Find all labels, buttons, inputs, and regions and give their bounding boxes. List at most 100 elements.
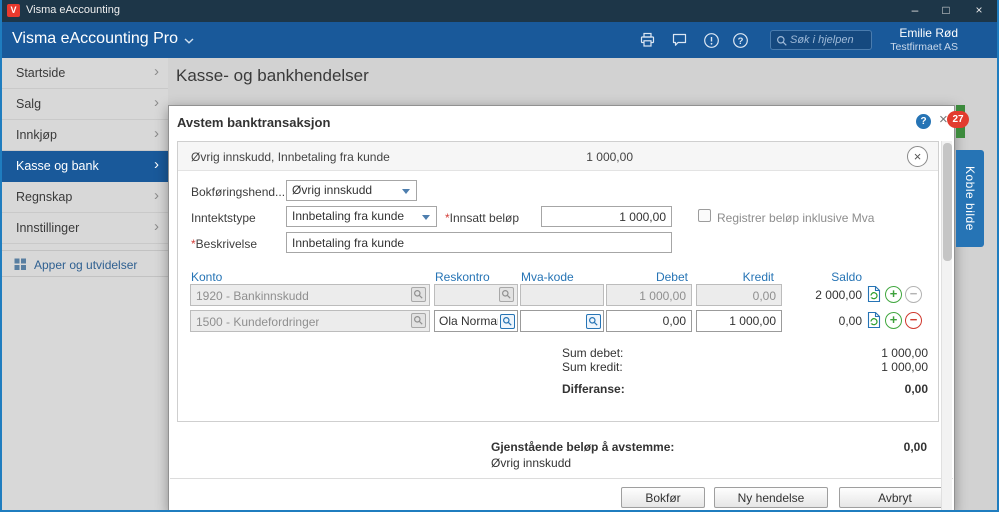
chevron-down-icon — [184, 38, 194, 44]
vat-inclusive-label: Registrer beløp inklusive Mva — [717, 211, 875, 225]
event-type-select[interactable]: Øvrig innskudd — [286, 180, 417, 201]
row1-refresh-balance-icon[interactable] — [866, 285, 882, 308]
row2-remove-row-button[interactable]: − — [905, 312, 922, 329]
col-header-mva-kode[interactable]: Mva-kode — [521, 270, 574, 284]
alert-icon[interactable] — [702, 31, 721, 55]
search-input[interactable] — [790, 32, 868, 48]
chevron-right-icon: › — [154, 218, 159, 235]
lookup-icon — [411, 313, 426, 328]
row1-saldo-value: 2 000,00 — [815, 288, 862, 302]
avbryt-button[interactable]: Avbryt — [839, 487, 951, 508]
sum-debet-value: 1 000,00 — [881, 346, 928, 360]
debet-input[interactable] — [606, 310, 692, 332]
dialog-help-icon[interactable]: ? — [916, 114, 931, 129]
dialog-scrollbar[interactable] — [941, 141, 952, 512]
transaction-summary-amount: 1 000,00 — [586, 150, 633, 164]
reconcile-bank-transaction-dialog: Avstem banktransaksjon ? × Øvrig innskud… — [168, 105, 955, 512]
col-header-kredit[interactable]: Kredit — [697, 270, 774, 284]
sidebar-item-kasse-og-bank[interactable]: Kasse og bank › — [2, 151, 168, 182]
chat-icon[interactable] — [670, 31, 689, 54]
search-icon — [777, 36, 787, 46]
titlebar: V Visma eAccounting – □ × — [0, 0, 999, 22]
scrollbar-thumb[interactable] — [943, 143, 952, 261]
print-icon[interactable] — [638, 31, 657, 54]
differanse-value: 0,00 — [904, 382, 928, 396]
col-header-reskontro[interactable]: Reskontro — [435, 270, 490, 284]
chevron-right-icon: › — [154, 125, 159, 142]
koble-bilde-tab[interactable]: Koble bilde — [956, 150, 984, 247]
apps-grid-icon — [14, 258, 26, 270]
col-header-debet[interactable]: Debet — [607, 270, 688, 284]
row2-add-row-button[interactable]: + — [885, 312, 902, 329]
app-window: V Visma eAccounting – □ × Visma eAccount… — [0, 0, 999, 512]
maximize-button[interactable]: □ — [931, 0, 961, 22]
notification-badge: 27 — [947, 111, 969, 128]
sidebar: Startside › Salg › Innkjøp › Kasse og ba… — [2, 58, 168, 510]
minimize-button[interactable]: – — [900, 0, 930, 22]
differanse-label: Differanse: — [562, 382, 625, 396]
sum-debet-label: Sum debet: — [562, 346, 624, 360]
lookup-icon — [411, 287, 426, 302]
row1-mva-cell — [520, 284, 604, 306]
app-title-menu[interactable]: Visma eAccounting Pro — [12, 30, 178, 48]
row1-konto-cell: 1920 - Bankinnskudd — [190, 284, 430, 306]
sidebar-item-regnskap[interactable]: Regnskap › — [2, 182, 168, 213]
kredit-input[interactable] — [696, 310, 782, 332]
row1-add-row-button[interactable]: + — [885, 286, 902, 303]
dialog-footer-divider — [170, 478, 953, 479]
col-header-konto[interactable]: Konto — [191, 270, 222, 284]
chevron-right-icon: › — [154, 94, 159, 111]
sum-kredit-label: Sum kredit: — [562, 360, 623, 374]
sidebar-item-salg[interactable]: Salg › — [2, 89, 168, 120]
user-menu[interactable]: Emilie Rød Testfirmaet AS — [890, 26, 958, 53]
transaction-summary-row: Øvrig innskudd, Innbetaling fra kunde 1 … — [178, 142, 938, 171]
row2-saldo-value: 0,00 — [838, 314, 862, 328]
sidebar-item-innkjop[interactable]: Innkjøp › — [2, 120, 168, 151]
chevron-right-icon: › — [154, 156, 159, 173]
chevron-right-icon: › — [154, 63, 159, 80]
close-button[interactable]: × — [962, 0, 996, 22]
app-header: Visma eAccounting Pro ? Emilie Rød Testf… — [2, 22, 997, 58]
lookup-icon[interactable] — [586, 314, 601, 329]
transaction-panel: Øvrig innskudd, Innbetaling fra kunde 1 … — [177, 141, 939, 422]
deposit-amount-input[interactable] — [541, 206, 672, 227]
lookup-icon — [499, 287, 514, 302]
description-label: *Beskrivelse — [191, 237, 258, 251]
description-input[interactable] — [286, 232, 672, 253]
help-search-box[interactable] — [770, 30, 872, 50]
income-type-select[interactable]: Innbetaling fra kunde — [286, 206, 437, 227]
sidebar-item-innstillinger[interactable]: Innstillinger › — [2, 213, 168, 244]
page-title: Kasse- og bankhendelser — [176, 66, 369, 85]
dialog-title: Avstem banktransaksjon — [177, 115, 331, 130]
event-type-label: Bokføringshend... — [191, 185, 286, 199]
remaining-amount-value: 0,00 — [903, 440, 927, 454]
income-type-label: Inntektstype — [191, 211, 256, 225]
lookup-icon[interactable] — [500, 314, 515, 329]
deposit-amount-label: *Innsatt beløp — [445, 211, 520, 225]
row2-debet-cell — [606, 310, 692, 332]
help-icon[interactable]: ? — [731, 31, 750, 55]
row2-konto-cell: 1500 - Kundefordringer — [190, 310, 430, 332]
row2-refresh-balance-icon[interactable] — [866, 311, 882, 334]
row2-mva-cell — [520, 310, 604, 332]
row2-kredit-cell — [696, 310, 782, 332]
sidebar-item-apper-og-utvidelser[interactable]: Apper og utvidelser — [2, 250, 168, 277]
user-name: Emilie Rød — [899, 26, 958, 40]
remaining-amount-label: Gjenstående beløp å avstemme: — [491, 440, 675, 454]
remaining-amount-note: Øvrig innskudd — [491, 456, 572, 470]
row1-remove-row-button: − — [905, 286, 922, 303]
col-header-saldo[interactable]: Saldo — [782, 270, 862, 284]
chevron-right-icon: › — [154, 187, 159, 204]
window-title: Visma eAccounting — [26, 4, 120, 16]
chevron-down-icon — [402, 189, 410, 194]
sidebar-item-startside[interactable]: Startside › — [2, 58, 168, 89]
remove-transaction-button[interactable]: × — [907, 146, 928, 167]
svg-text:?: ? — [738, 36, 744, 47]
bokfor-button[interactable]: Bokfør — [621, 487, 705, 508]
vat-inclusive-checkbox[interactable] — [698, 209, 711, 222]
transaction-summary-text: Øvrig innskudd, Innbetaling fra kunde — [191, 150, 390, 164]
row1-debet-cell: 1 000,00 — [606, 284, 692, 306]
sum-kredit-value: 1 000,00 — [881, 360, 928, 374]
window-border-left — [0, 0, 2, 512]
ny-hendelse-button[interactable]: Ny hendelse — [714, 487, 828, 508]
